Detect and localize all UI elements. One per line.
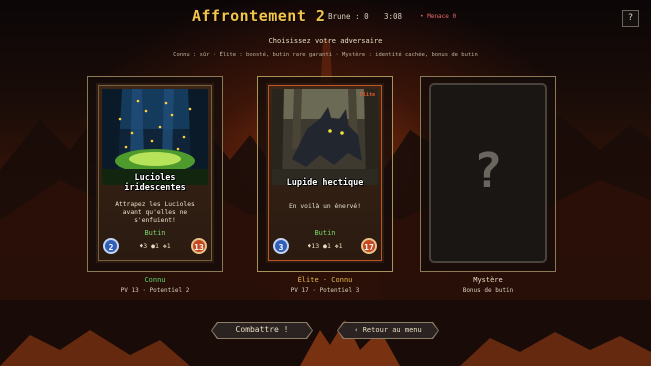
card1-stats: PV 13 · Potentiel 2 — [120, 287, 190, 294]
potential-gem: 2 — [103, 238, 119, 254]
desc-line1: Attrapez les Lucioles — [115, 201, 195, 208]
desc-line2: avant qu'elles ne — [122, 209, 188, 216]
card3-type: Mystère — [473, 276, 503, 284]
card-name: Lupide hectique — [286, 178, 364, 188]
card-face: Lucioles iridescentes Attrapez les Lucio… — [96, 83, 214, 263]
loot-label: Butin — [314, 229, 336, 237]
fireflies-art — [102, 89, 208, 185]
loot-icons: ♦13 ●1 ❖1 — [307, 242, 343, 250]
fight-button[interactable]: Combattre ! — [212, 323, 312, 338]
potential-gem: 3 — [273, 238, 289, 254]
card1-type: Connu — [144, 276, 166, 284]
loot-icons: ♦3 ●1 ❖1 — [139, 242, 171, 250]
elite-badge: Élite — [359, 92, 375, 98]
hidden-card: ? — [429, 83, 547, 263]
subtitle: Choisissez votre adversaire — [268, 37, 383, 45]
timer: 3:08 — [384, 12, 403, 21]
brune-counter: Brune : 0 — [328, 12, 369, 21]
card-description: En voilà un énervé! — [288, 203, 362, 210]
loot-label: Butin — [144, 229, 166, 237]
question-mark-icon: ? — [473, 143, 503, 199]
opponent-card-wolf[interactable]: Élite Lupide hectique En voilà un énervé… — [257, 76, 393, 272]
card-face: Élite Lupide hectique En voilà un énervé… — [266, 83, 384, 263]
card-name-line2: iridescentes — [124, 183, 186, 193]
opponent-card-mystery[interactable]: ? — [420, 76, 556, 272]
top-bar: Affrontement 2 Brune : 0 3:08 • Menace 0… — [0, 0, 651, 34]
hp-gem: 17 — [361, 238, 377, 254]
difficulty-legend: Connu : sûr · Élite : boosté, butin rare… — [173, 52, 478, 58]
card2-stats: PV 17 · Potentiel 3 — [290, 287, 360, 294]
page-title: Affrontement 2 — [192, 7, 326, 25]
menace-counter: • Menace 0 — [420, 13, 457, 20]
wolf-art: Élite — [272, 89, 378, 185]
opponent-card-fireflies[interactable]: Lucioles iridescentes Attrapez les Lucio… — [87, 76, 223, 272]
card-name: Lucioles iridescentes — [102, 173, 208, 193]
help-button[interactable]: ? — [622, 10, 639, 27]
card-description: Attrapez les Lucioles avant qu'elles ne … — [102, 201, 208, 225]
desc-line3: s'enfuient! — [134, 217, 176, 224]
card3-stats: Bonus de butin — [462, 287, 514, 294]
back-to-menu-button[interactable]: ‹ Retour au menu — [338, 323, 438, 338]
hp-gem: 13 — [191, 238, 207, 254]
card-name-line1: Lucioles — [134, 173, 176, 183]
card2-type: Élite · Connu — [297, 276, 353, 284]
